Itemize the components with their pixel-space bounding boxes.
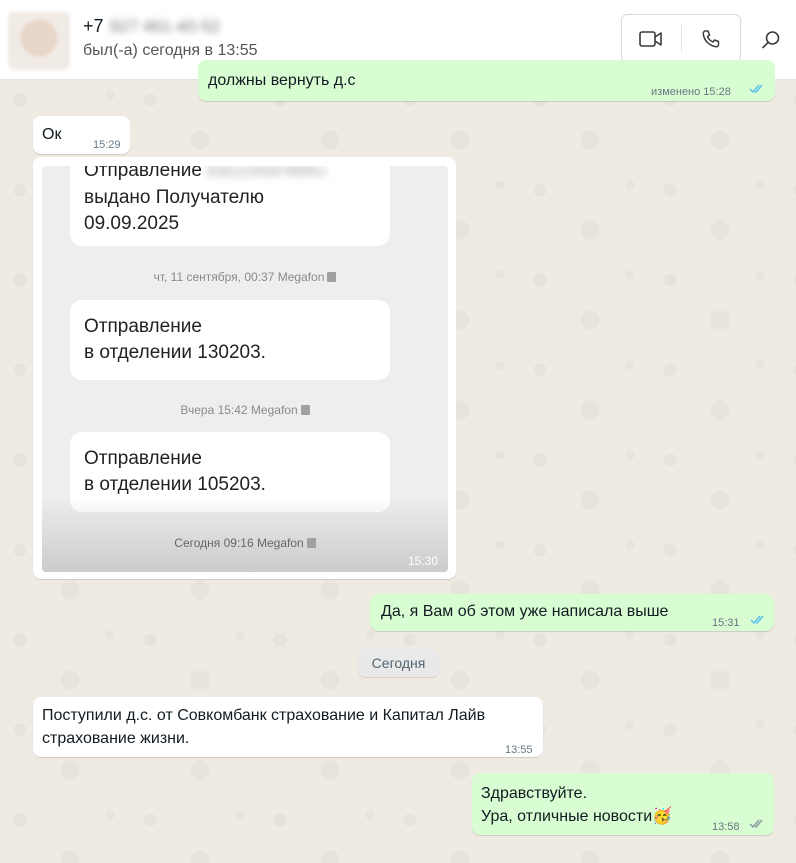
- message-outgoing[interactable]: Здравствуйте. Ура, отличные новости🥳 13:…: [472, 773, 774, 835]
- double-check-icon: [750, 615, 764, 625]
- message-incoming[interactable]: Ок 15:29: [33, 116, 130, 154]
- sms-meta-text: чт, 11 сентября, 00:37 Megafon: [153, 270, 325, 284]
- message-time: 13:55: [505, 744, 533, 756]
- message-time: 15:29: [93, 139, 121, 151]
- last-seen-status: был(-а) сегодня в 13:55: [83, 42, 258, 59]
- sim-icon: [300, 405, 310, 415]
- video-call-button[interactable]: [622, 15, 681, 62]
- phone-icon: [702, 29, 719, 47]
- attached-screenshot[interactable]: Отправление ЕМ123456789RU выдано Получат…: [42, 166, 448, 572]
- image-shadow: [42, 496, 448, 572]
- sms-meta: Сегодня 09:16 Megafon: [42, 536, 448, 550]
- phone-number-blurred: 927 461-40-52: [109, 17, 221, 36]
- call-buttons: [621, 14, 741, 63]
- message-time: 15:31: [712, 617, 740, 629]
- sms-meta: Вчера 15:42 Megafon: [42, 403, 448, 417]
- sms-meta: чт, 11 сентября, 00:37 Megafon: [42, 270, 448, 284]
- message-time: 15:30: [408, 554, 439, 568]
- avatar[interactable]: [8, 12, 70, 70]
- sim-icon: [306, 538, 316, 548]
- card-text: Отправление: [84, 448, 202, 469]
- card-text: в отделении 105203.: [84, 474, 266, 495]
- phone-prefix: +7: [83, 16, 104, 36]
- sms-card: Отправление ЕМ123456789RU выдано Получат…: [70, 166, 390, 246]
- card-text: Отправление: [84, 166, 202, 181]
- message-time: изменено 15:28: [651, 86, 731, 98]
- message-text: Здравствуйте.: [481, 785, 588, 802]
- tracking-number-blurred: ЕМ123456789RU: [207, 166, 327, 180]
- card-text: Отправление: [84, 316, 202, 337]
- video-camera-icon: [639, 30, 663, 47]
- message-line: Ура, отличные новости🥳: [481, 806, 672, 828]
- sms-card: Отправление в отделении 130203.: [70, 300, 390, 380]
- message-outgoing[interactable]: Да, я Вам об этом уже написала выше 15:3…: [370, 594, 774, 631]
- message-text: Поступили д.с. от Совкомбанк страхование…: [42, 707, 486, 724]
- message-text: Ок: [42, 126, 62, 143]
- double-check-icon: [749, 84, 763, 94]
- card-text: в отделении 130203.: [84, 342, 266, 363]
- message-incoming[interactable]: Поступили д.с. от Совкомбанк страхование…: [33, 697, 543, 757]
- voice-call-button[interactable]: [682, 15, 741, 62]
- message-text: Ура, отличные новости: [481, 808, 653, 825]
- message-text: Да, я Вам об этом уже написала выше: [381, 603, 669, 620]
- search-icon: [762, 31, 780, 49]
- sim-icon: [327, 272, 337, 282]
- party-face-emoji: 🥳: [652, 808, 673, 825]
- sms-meta-text: Вчера 15:42 Megafon: [180, 403, 298, 417]
- card-text: 09.09.2025: [84, 213, 180, 234]
- message-text: должны вернуть д.с: [208, 72, 356, 89]
- message-time: 13:58: [712, 821, 740, 833]
- message-text: страхование жизни.: [42, 730, 190, 747]
- date-separator: Сегодня: [358, 649, 439, 677]
- sms-meta-text: Сегодня 09:16 Megafon: [174, 536, 304, 550]
- contact-phone[interactable]: +7 927 461-40-52: [83, 16, 220, 37]
- message-outgoing[interactable]: должны вернуть д.с изменено 15:28: [198, 60, 775, 101]
- double-check-icon: [749, 819, 763, 829]
- card-text: выдано Получателю: [84, 187, 264, 208]
- search-button[interactable]: [757, 26, 785, 54]
